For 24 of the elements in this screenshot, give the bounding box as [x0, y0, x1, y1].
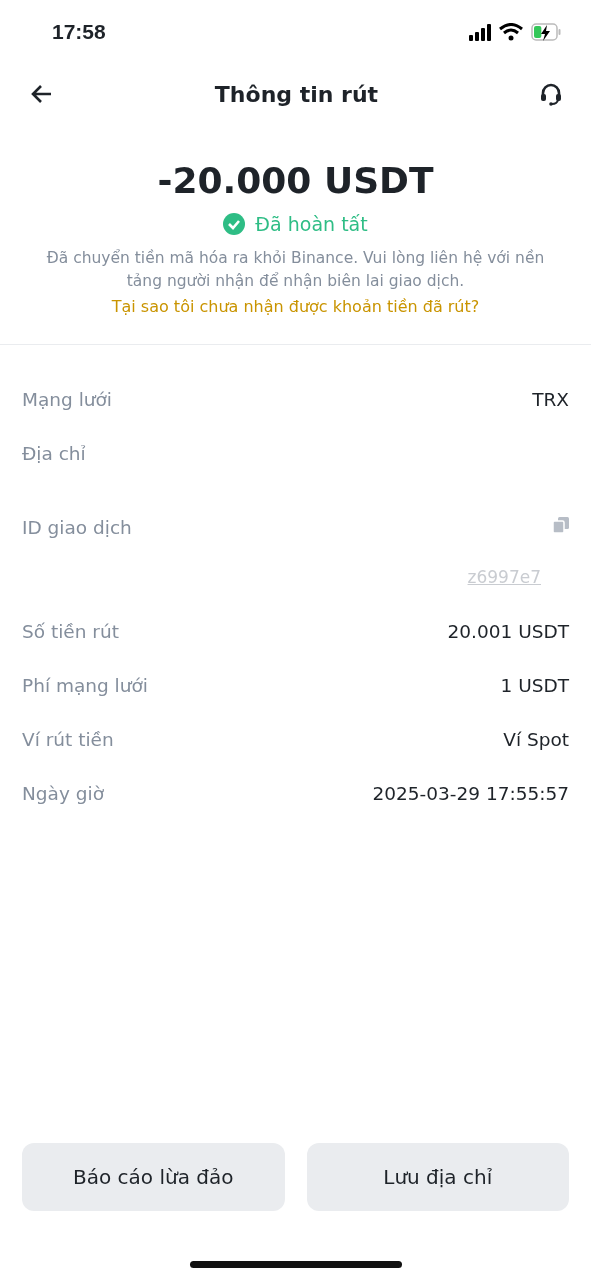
detail-label: Mạng lưới — [22, 389, 112, 410]
copy-icon — [553, 517, 569, 533]
support-button[interactable] — [539, 82, 563, 106]
detail-label: Địa chỉ — [22, 443, 86, 464]
signal-icon — [469, 23, 491, 41]
detail-label: Số tiền rút — [22, 621, 119, 642]
description-text: Đã chuyển tiền mã hóa ra khỏi Binance. Vui lòng liên hệ với nền tảng người nhận để nhận biên lai giao dịch. — [45, 248, 546, 292]
headset-icon — [539, 82, 563, 106]
status-label: Đã hoàn tất — [255, 213, 368, 235]
withdrawal-amount: -20.000 USDT — [157, 160, 434, 201]
status-time: 17:58 — [52, 20, 106, 44]
wifi-icon — [499, 23, 523, 41]
detail-value: 2025-03-29 17:55:57 — [372, 783, 569, 804]
detail-value: 20.001 USDT — [447, 621, 569, 642]
detail-label: ID giao dịch — [22, 517, 132, 538]
detail-value: Ví Spot — [503, 729, 569, 750]
detail-value: 1 USDT — [500, 675, 569, 696]
action-button[interactable]: Lưu địa chỉ — [306, 1143, 569, 1211]
action-button[interactable]: Báo cáo lừa đảo — [22, 1143, 285, 1211]
detail-label: Phí mạng lưới — [22, 675, 148, 696]
detail-label: Ngày giờ — [22, 783, 104, 804]
page-title: Thông tin rút — [214, 81, 379, 107]
detail-value: TRX — [532, 389, 569, 410]
detail-label: Ví rút tiền — [22, 729, 114, 750]
